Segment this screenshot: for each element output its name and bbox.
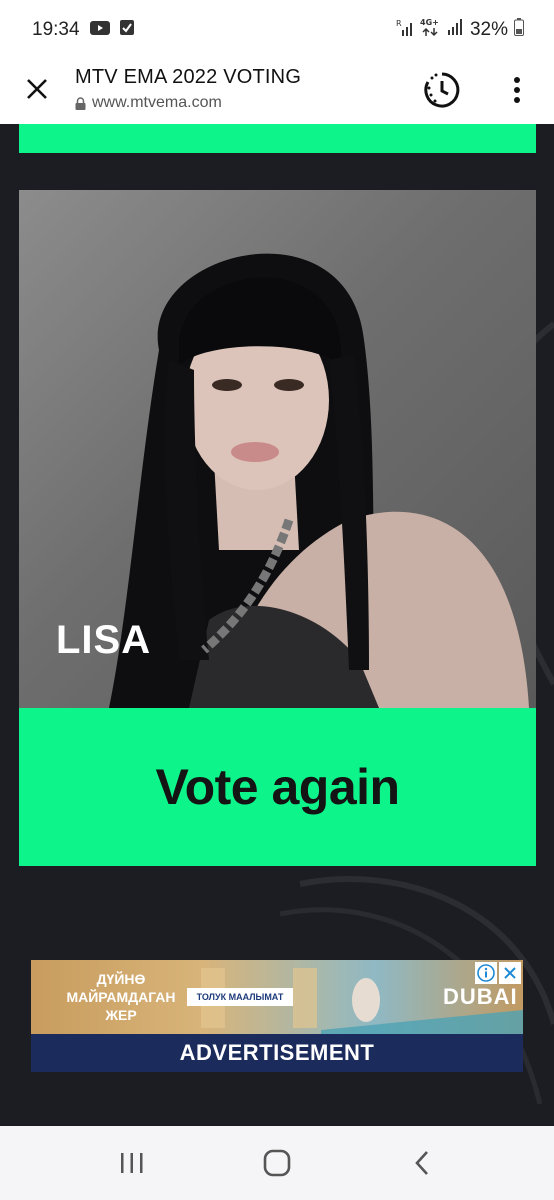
youtube-icon	[89, 19, 110, 41]
recent-apps-button[interactable]	[102, 1138, 162, 1188]
ad-close-button[interactable]	[499, 962, 521, 984]
system-nav-bar	[0, 1126, 554, 1200]
vote-again-label: Vote again	[155, 759, 400, 815]
ad-info-button[interactable]	[475, 962, 497, 984]
data-arrows-icon: 4G+	[420, 17, 442, 43]
page-title: MTV EMA 2022 VOTING	[75, 66, 302, 88]
more-vert-icon	[514, 77, 520, 103]
page-url: www.mtvema.com	[92, 94, 222, 111]
artist-name: LISA	[56, 618, 152, 662]
status-time: 19:34	[32, 19, 80, 40]
ad-cta-button[interactable]: ТОЛУК МААЛЫМАТ	[187, 988, 293, 1006]
vote-again-button[interactable]: Vote again	[19, 708, 536, 866]
check-notification-icon	[119, 19, 134, 41]
history-timer-icon	[424, 72, 460, 108]
browser-header: MTV EMA 2022 VOTING www.mtvema.com	[0, 60, 554, 124]
advertisement[interactable]: ДҮЙНӨ МАЙРАМДАГАН ЖЕР ТОЛУК МААЛЫМАТ DUB…	[31, 960, 523, 1072]
recent-apps-icon	[121, 1153, 143, 1173]
close-icon	[27, 79, 47, 99]
ad-label-bar: ADVERTISEMENT	[31, 1034, 523, 1072]
ad-close-icon	[504, 967, 516, 979]
previous-vote-button[interactable]	[19, 124, 536, 153]
signal-icon	[447, 19, 464, 41]
home-icon	[263, 1149, 291, 1177]
ad-brand: DUBAI	[443, 984, 518, 1009]
lock-icon	[75, 96, 86, 110]
ad-banner[interactable]: ДҮЙНӨ МАЙРАМДАГАН ЖЕР ТОЛУК МААЛЫМАТ DUB…	[31, 960, 523, 1034]
more-options-button[interactable]	[500, 70, 534, 110]
svg-text:R: R	[396, 19, 402, 28]
artist-card: LISA Vote again	[19, 190, 536, 866]
home-button[interactable]	[247, 1138, 307, 1188]
history-button[interactable]	[420, 68, 464, 112]
page-content: LISA Vote again ДҮЙНӨ МАЙРАМДАГАН ЖЕР ТО…	[0, 124, 554, 1126]
info-icon	[477, 964, 495, 982]
url-row[interactable]: www.mtvema.com	[75, 94, 222, 112]
battery-percent: 32%	[469, 19, 508, 40]
signal-r-icon: R	[396, 18, 414, 42]
ad-label: ADVERTISEMENT	[179, 1040, 375, 1065]
ad-headline: ДҮЙНӨ МАЙРАМДАГАН ЖЕР	[66, 971, 176, 1023]
status-bar: 19:34 R 4G+ 32%	[0, 0, 554, 60]
svg-text:4G+: 4G+	[420, 18, 439, 27]
battery-icon	[514, 18, 524, 42]
back-icon	[414, 1151, 428, 1175]
close-button[interactable]	[20, 72, 54, 106]
back-button[interactable]	[392, 1138, 452, 1188]
